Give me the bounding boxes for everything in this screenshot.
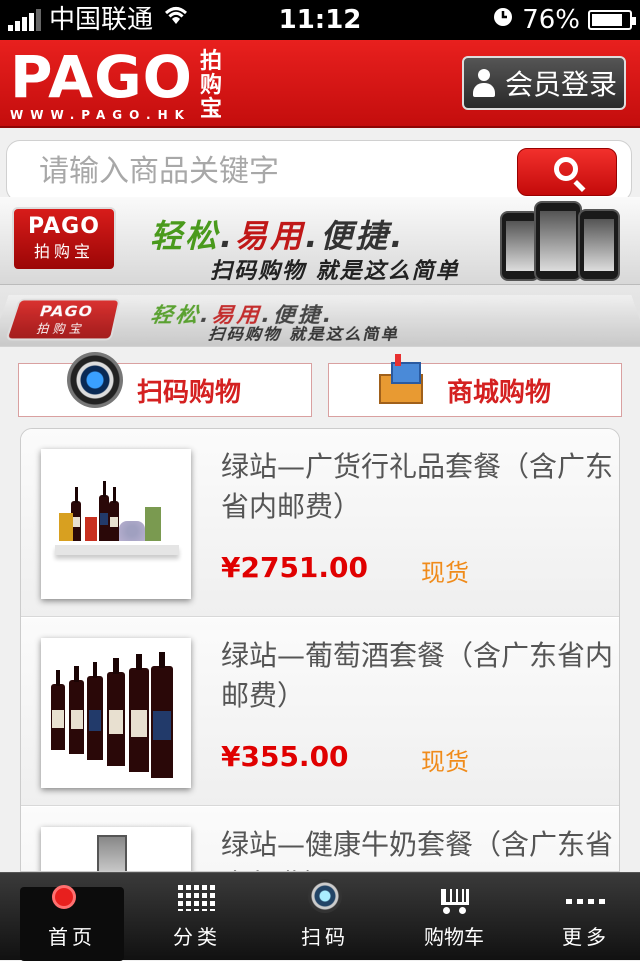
category-icon [178,885,216,911]
more-icon [566,899,606,904]
bottom-tab-bar: 首页 分类 扫码 购物车 更多 [0,872,640,961]
scan-shopping-button[interactable]: 扫码购物 [18,352,312,417]
product-stock: 现货 [421,748,469,776]
tab-cart-label: 购物车 [424,925,484,949]
product-price: ¥355.00 [221,740,349,773]
banner-logo: PAGO 拍购宝 [12,207,116,271]
search-icon [554,157,578,181]
banner-panel: PAGO 拍购宝 轻松.易用.便捷. 扫码购物 就是这么简单 [0,197,640,285]
shop-icon [373,354,433,408]
product-item[interactable]: 绿站—健康牛奶套餐（含广东省内邮费） [21,807,619,871]
product-title[interactable]: 绿站—葡萄酒套餐（含广东省内邮费） [221,636,613,716]
battery-icon [588,10,636,30]
logo-url: WWW.PAGO.HK [10,108,191,122]
user-icon [471,69,497,97]
mall-shopping-button[interactable]: 商城购物 [328,354,622,417]
tab-category[interactable]: 分类 [133,873,261,961]
pago-logo[interactable]: PAGO WWW.PAGO.HK 拍购宝 [10,43,222,122]
phones-image [500,201,630,281]
scan-shopping-label: 扫码购物 [137,377,242,408]
slogan-part-2: 易用 [235,217,306,255]
banner-tagline: 扫码购物 就是这么简单 [210,259,460,284]
tab-category-label: 分类 [173,925,221,949]
product-price: ¥2751.00 [221,551,369,584]
product-item[interactable]: 绿站—葡萄酒套餐（含广东省内邮费） ¥355.00 现货 [21,618,619,806]
search-input[interactable] [37,149,497,193]
promo-banner[interactable]: PAGO 拍购宝 轻松.易用.便捷. 扫码购物 就是这么简单 PAGO 拍购宝 … [0,197,640,347]
battery-percent: 76% [522,5,580,35]
status-bar: 中国联通 11:12 76% [0,0,640,40]
member-login-button[interactable]: 会员登录 [462,56,626,110]
banner-slogan: 轻松.易用.便捷. [150,217,406,255]
product-list[interactable]: 绿站—广货行礼品套餐（含广东省内邮费） ¥2751.00 现货 绿站—葡萄酒套餐… [20,428,620,872]
cart-icon [435,885,473,915]
search-bar [6,140,632,202]
tab-home-label: 首页 [48,925,96,949]
product-image-gift[interactable] [41,449,191,599]
member-login-label: 会员登录 [504,68,617,101]
search-button[interactable] [517,148,617,196]
logo-brand: PAGO [10,43,193,111]
camera-icon [67,352,123,408]
clock-icon [492,0,514,40]
slogan-part-1: 轻松 [150,217,221,255]
banner-reflection: PAGO 拍购宝 轻松.易用.便捷. 扫码购物 就是这么简单 [0,295,640,347]
banner-logo-text: PAGO [28,214,100,239]
banner-logo-text-reflection: PAGO [37,302,96,320]
scan-icon [308,879,342,913]
banner-logo-reflection: PAGO 拍购宝 [5,298,121,341]
product-image-milk[interactable] [41,827,191,871]
logo-cn: 拍购宝 [200,49,223,122]
product-title[interactable]: 绿站—健康牛奶套餐（含广东省内邮费） [221,825,613,871]
banner-logo-cn-reflection: 拍购宝 [35,321,88,336]
tab-scan[interactable]: 扫码 [261,873,389,961]
tab-scan-label: 扫码 [301,925,349,949]
tab-more-label: 更多 [562,925,610,949]
product-item[interactable]: 绿站—广货行礼品套餐（含广东省内邮费） ¥2751.00 现货 [21,429,619,617]
product-title[interactable]: 绿站—广货行礼品套餐（含广东省内邮费） [221,447,613,527]
banner-tagline-reflection: 扫码购物 就是这么简单 [207,324,400,344]
slogan-part-3: 便捷 [320,217,391,255]
tab-home[interactable]: 首页 [0,873,128,961]
app-header: PAGO WWW.PAGO.HK 拍购宝 会员登录 [0,40,640,128]
slogan-part-1-reflection: 轻松 [148,304,203,328]
product-stock: 现货 [421,559,469,587]
tab-more[interactable]: 更多 [522,873,640,961]
product-image-wine[interactable] [41,638,191,788]
home-icon [52,885,76,909]
banner-logo-cn: 拍购宝 [33,242,94,261]
mall-shopping-label: 商城购物 [447,377,552,408]
tab-cart[interactable]: 购物车 [390,873,518,961]
